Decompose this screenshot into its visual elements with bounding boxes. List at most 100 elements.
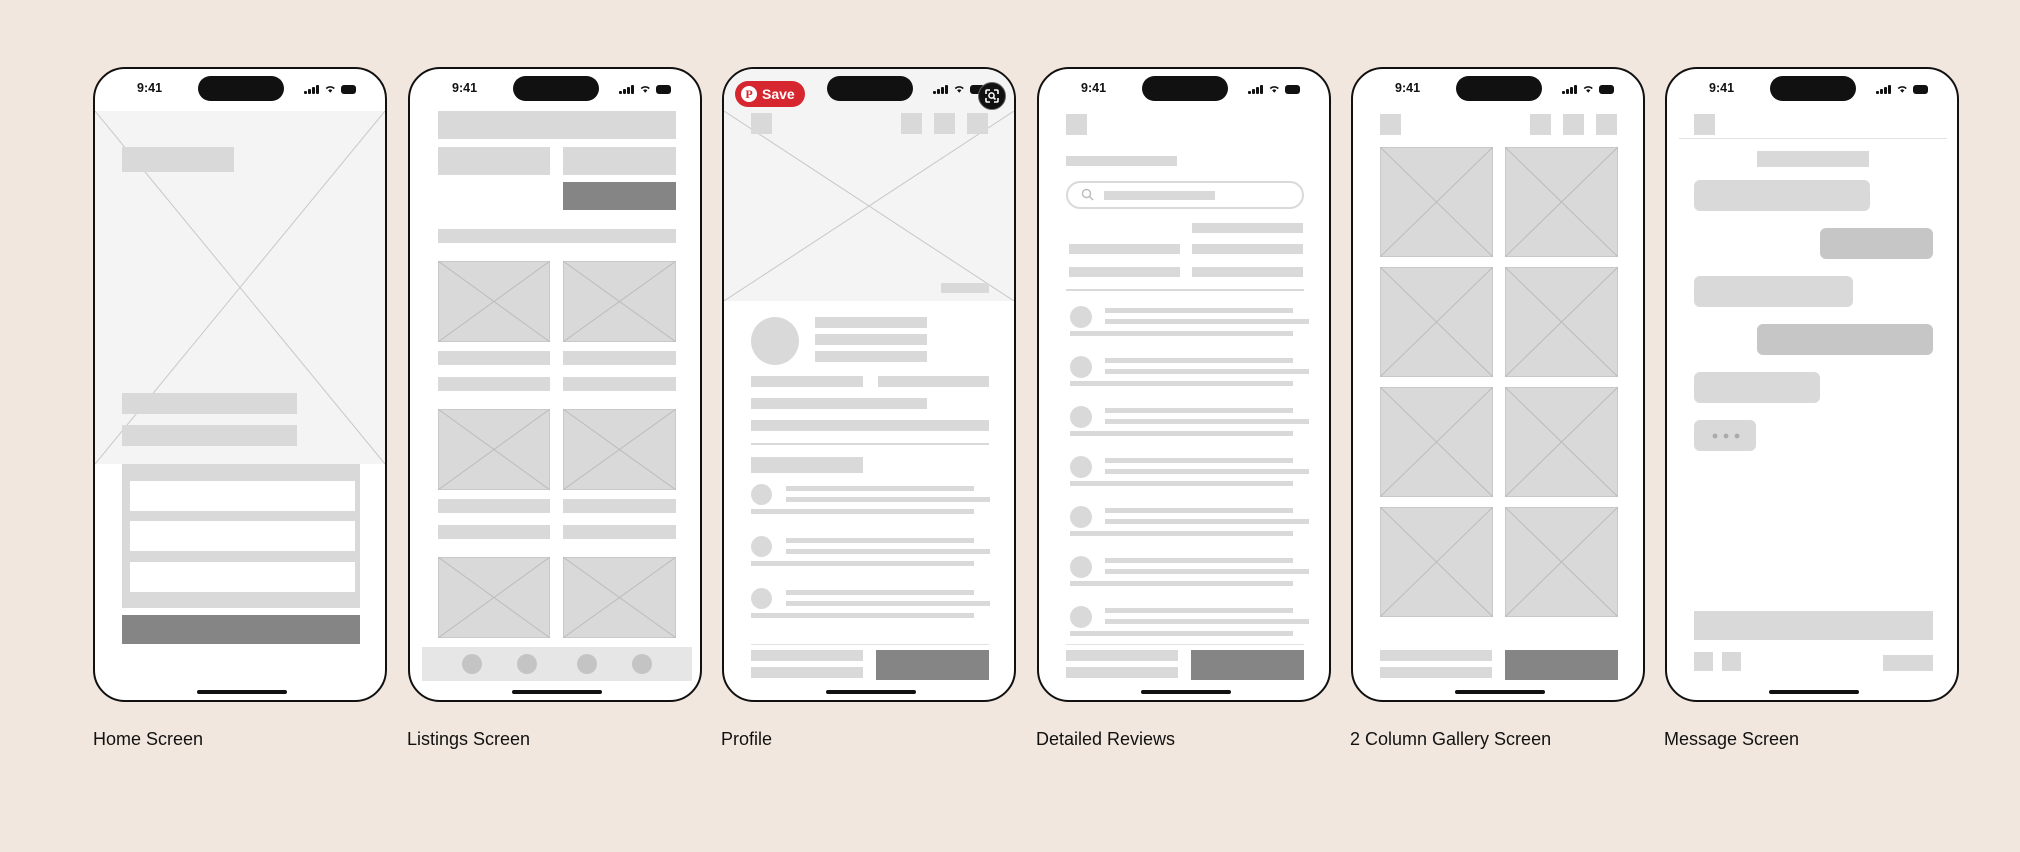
action-button[interactable]	[1596, 114, 1617, 135]
image-cross	[438, 409, 550, 490]
tab-bar-item[interactable]	[632, 654, 652, 674]
text-line	[1105, 458, 1293, 463]
avatar[interactable]	[751, 317, 799, 365]
text-line	[751, 613, 974, 618]
action-button[interactable]	[967, 113, 988, 134]
form-input[interactable]	[130, 521, 355, 551]
search-icon	[1081, 188, 1094, 201]
text-line	[1070, 381, 1293, 386]
home-indicator	[1141, 690, 1231, 694]
back-button[interactable]	[1066, 114, 1087, 135]
text-line	[122, 425, 297, 446]
text-line	[1066, 650, 1178, 661]
divider	[751, 644, 989, 645]
image-cross	[1380, 147, 1493, 257]
form-input[interactable]	[130, 481, 355, 511]
text-line	[1380, 650, 1492, 661]
text-line	[1070, 481, 1293, 486]
signal-icon	[1562, 85, 1577, 94]
wifi-icon	[325, 86, 335, 93]
image-cross	[563, 409, 676, 490]
incoming-message-bubble	[1694, 372, 1820, 403]
home-indicator	[826, 690, 916, 694]
primary-button[interactable]	[1191, 650, 1304, 680]
screen-label: Home Screen	[93, 729, 204, 749]
action-button[interactable]	[1563, 114, 1584, 135]
text-line	[751, 667, 863, 678]
dynamic-island	[198, 76, 284, 101]
image-cross	[1380, 267, 1493, 377]
status-icons	[304, 84, 356, 94]
text-line	[438, 499, 550, 513]
text-line	[1105, 469, 1309, 474]
tab-bar-item[interactable]	[517, 654, 537, 674]
image-cross	[438, 261, 550, 342]
pinterest-save-button[interactable]: P Save	[735, 81, 805, 107]
cover-caption	[941, 283, 989, 293]
screen-label: Profile	[721, 729, 773, 749]
text-line	[563, 499, 676, 513]
image-cross	[1505, 387, 1618, 497]
section-heading	[751, 457, 863, 473]
filter-field[interactable]	[438, 147, 550, 175]
text-line	[1070, 431, 1293, 436]
dynamic-island	[513, 76, 599, 101]
form-input[interactable]	[130, 562, 355, 592]
review-avatar	[1070, 506, 1092, 528]
text-line	[1105, 408, 1293, 413]
text-line	[786, 486, 974, 491]
text-line	[815, 351, 927, 362]
back-button[interactable]	[1380, 114, 1401, 135]
wifi-icon	[1583, 86, 1593, 93]
phone-2-column-gallery-screen: 9:41	[1351, 67, 1645, 702]
filter-button[interactable]	[563, 182, 676, 210]
action-button[interactable]	[934, 113, 955, 134]
stat-line	[878, 376, 989, 387]
filter-field[interactable]	[563, 147, 676, 175]
text-line	[815, 317, 927, 328]
primary-button[interactable]	[1505, 650, 1618, 680]
review-avatar	[1070, 356, 1092, 378]
status-icons	[1876, 84, 1928, 94]
attach-button[interactable]	[1694, 652, 1713, 671]
primary-button[interactable]	[122, 615, 360, 644]
phone-profile-screen: P Save	[722, 67, 1016, 702]
wifi-icon	[954, 86, 964, 93]
cover-image-cross	[724, 111, 1014, 301]
rating-line	[1192, 267, 1303, 277]
text-line	[1070, 581, 1293, 586]
text-line	[786, 549, 990, 554]
battery-icon	[1913, 85, 1928, 94]
status-icons	[1248, 84, 1300, 94]
outgoing-message-bubble	[1757, 324, 1933, 355]
tab-bar-item[interactable]	[462, 654, 482, 674]
back-button[interactable]	[1694, 114, 1715, 135]
visual-search-icon[interactable]	[978, 82, 1006, 110]
text-line	[1105, 619, 1309, 624]
back-button[interactable]	[751, 113, 772, 134]
text-line	[1070, 531, 1293, 536]
text-line	[815, 334, 927, 345]
home-indicator	[197, 690, 287, 694]
send-button[interactable]	[1883, 655, 1933, 671]
signal-icon	[619, 85, 634, 94]
text-line	[786, 538, 974, 543]
emoji-button[interactable]	[1722, 652, 1741, 671]
rating-line	[1192, 223, 1303, 233]
divider	[751, 443, 989, 445]
text-line	[438, 351, 550, 365]
text-line	[122, 393, 297, 414]
image-cross	[1505, 507, 1618, 617]
text-line	[438, 525, 550, 539]
incoming-message-bubble	[1694, 180, 1870, 211]
text-line	[1105, 319, 1309, 324]
message-input[interactable]	[1694, 611, 1933, 640]
tab-bar-item[interactable]	[577, 654, 597, 674]
primary-button[interactable]	[876, 650, 989, 680]
typing-dots-icon	[1712, 433, 1740, 439]
review-avatar	[1070, 456, 1092, 478]
action-button[interactable]	[901, 113, 922, 134]
text-line	[1070, 331, 1293, 336]
home-indicator	[1769, 690, 1859, 694]
action-button[interactable]	[1530, 114, 1551, 135]
